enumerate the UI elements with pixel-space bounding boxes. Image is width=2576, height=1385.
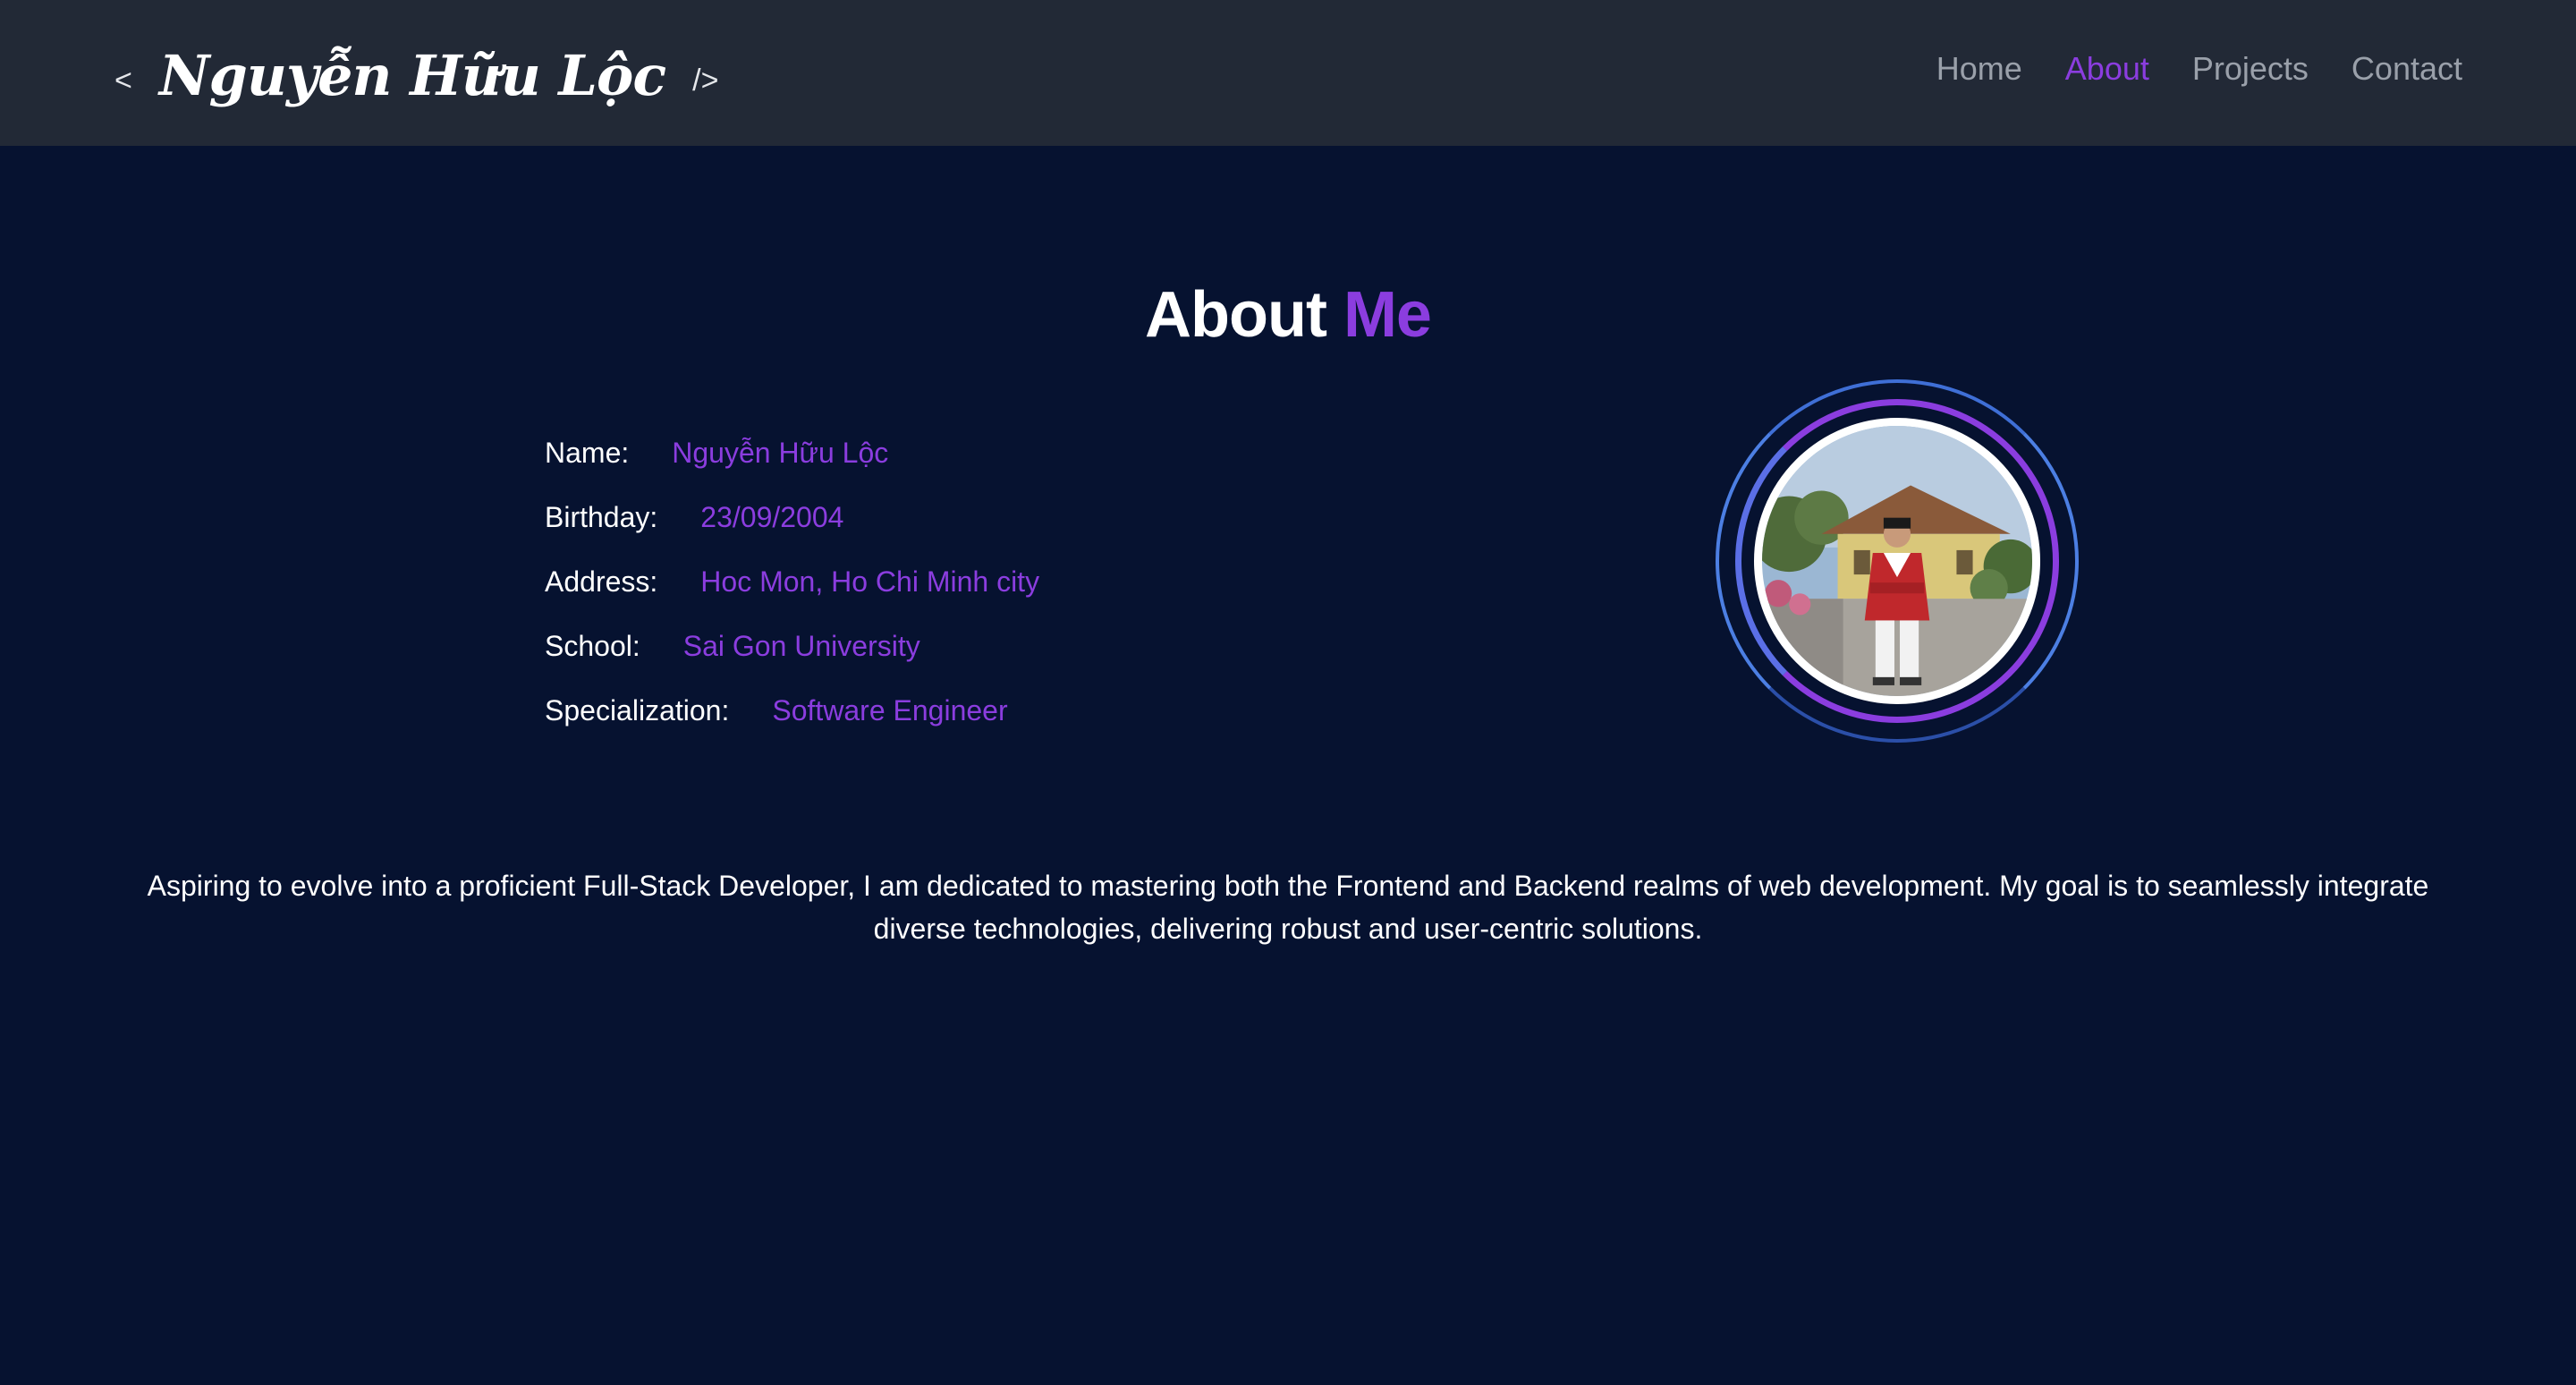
info-row-name: Name: Nguyễn Hữu Lộc (545, 421, 1039, 485)
info-label: School: (545, 629, 640, 662)
avatar-photo (1762, 426, 2032, 696)
info-label: Specialization: (545, 693, 730, 726)
info-value: Software Engineer (772, 693, 1008, 726)
nav-link-contact[interactable]: Contact (2351, 47, 2462, 91)
info-row-school: School: Sai Gon University (545, 614, 1039, 678)
avatar (1754, 418, 2040, 704)
logo[interactable]: < Nguyễn Hữu Lộc /> (114, 36, 718, 116)
logo-name: Nguyễn Hữu Lộc (158, 43, 666, 108)
section-title-main: About (1145, 279, 1327, 351)
section-title-accent: Me (1343, 279, 1432, 351)
avatar-container (1716, 379, 2079, 743)
info-value: Nguyễn Hữu Lộc (672, 436, 889, 469)
info-label: Name: (545, 436, 630, 469)
info-value: Hoc Mon, Ho Chi Minh city (700, 565, 1040, 598)
info-label: Address: (545, 565, 658, 598)
logo-open-bracket: < (114, 63, 132, 98)
logo-close-bracket: /> (692, 63, 719, 98)
nav-link-projects[interactable]: Projects (2192, 47, 2309, 91)
nav-link-about[interactable]: About (2065, 47, 2149, 91)
info-value: Sai Gon University (682, 629, 920, 662)
info-list: Name: Nguyễn Hữu Lộc Birthday: 23/09/200… (545, 421, 1039, 743)
nav-links: Home About Projects Contact (1936, 47, 2462, 91)
section-title: About Me (0, 270, 2576, 360)
navbar: < Nguyễn Hữu Lộc /> Home About Projects … (0, 0, 2576, 146)
info-value: 23/09/2004 (700, 500, 844, 533)
nav-link-home[interactable]: Home (1936, 47, 2022, 91)
info-row-address: Address: Hoc Mon, Ho Chi Minh city (545, 549, 1039, 614)
info-row-specialization: Specialization: Software Engineer (545, 678, 1039, 743)
about-description: Aspiring to evolve into a proficient Ful… (147, 870, 2429, 945)
info-label: Birthday: (545, 500, 658, 533)
info-row-birthday: Birthday: 23/09/2004 (545, 485, 1039, 549)
